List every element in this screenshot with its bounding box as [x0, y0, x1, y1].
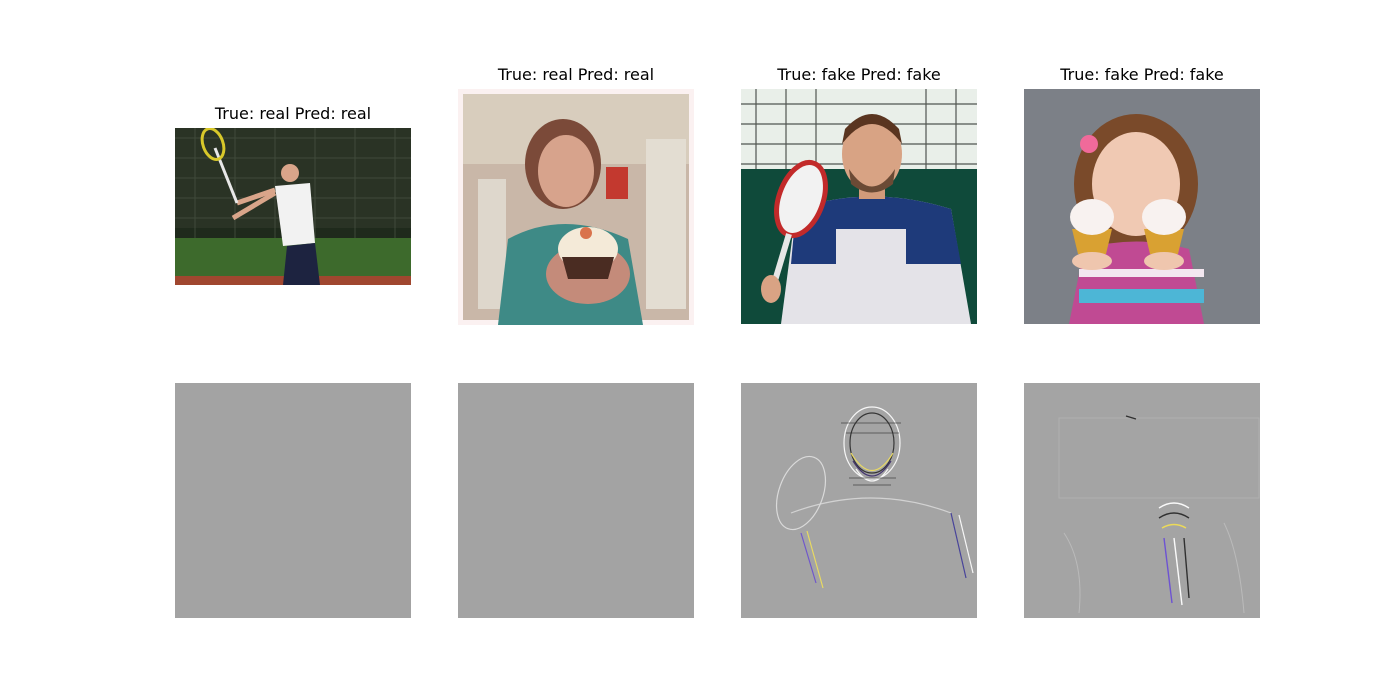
attribution-map-fake-tennis — [741, 383, 977, 618]
panel-title: True: fake Pred: fake — [1060, 65, 1224, 84]
image-fake-cupcake — [1024, 89, 1260, 324]
attribution-map-real-cupcake — [458, 383, 694, 618]
image-real-tennis — [175, 128, 411, 285]
panel-title: True: fake Pred: fake — [777, 65, 941, 84]
attribution-map-real-tennis — [175, 383, 411, 618]
image-real-cupcake — [458, 89, 694, 325]
panel-title: True: real Pred: real — [497, 65, 655, 84]
image-fake-tennis — [741, 89, 977, 324]
panel-title: True: real Pred: real — [214, 104, 372, 123]
attribution-map-fake-cupcake — [1024, 383, 1260, 618]
figure: True: real Pred: real True: real Pred: r… — [0, 0, 1400, 700]
